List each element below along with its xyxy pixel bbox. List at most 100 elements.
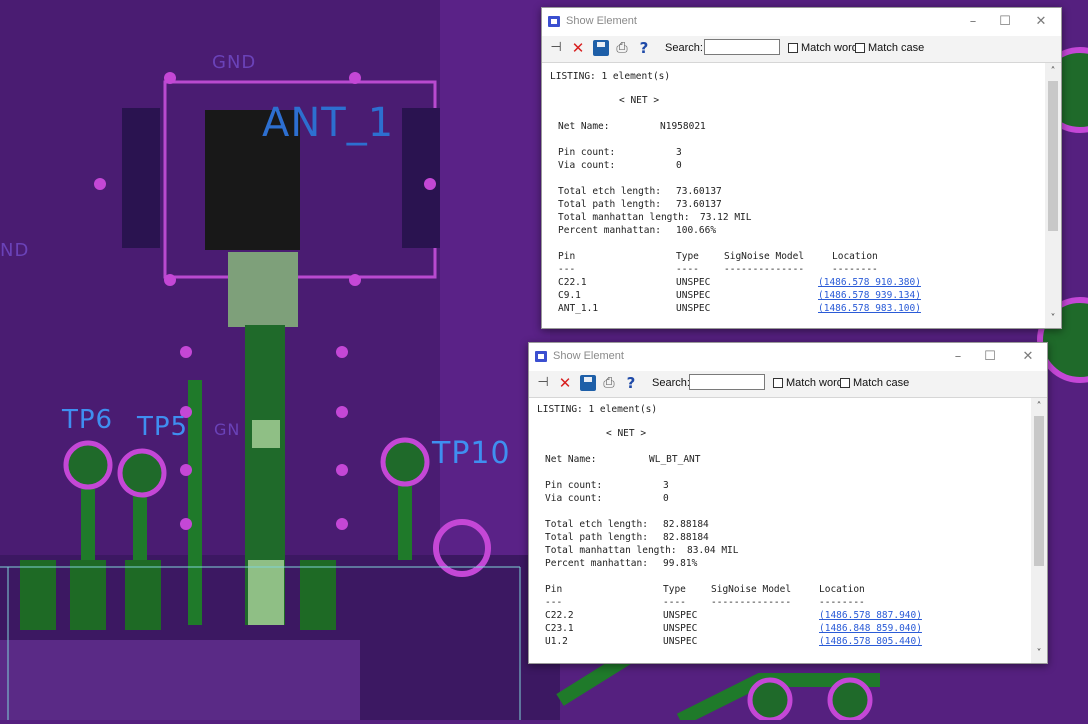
scroll-thumb[interactable] bbox=[1048, 81, 1058, 231]
match-word-checkbox[interactable] bbox=[788, 43, 798, 53]
window-titlebar[interactable]: Show Element – ☐ ✕ bbox=[529, 343, 1047, 371]
help-icon[interactable]: ? bbox=[636, 40, 652, 56]
col-pin: Pin bbox=[545, 584, 563, 595]
scroll-up-icon[interactable]: ˄ bbox=[1045, 65, 1061, 79]
path-label: Total path length: bbox=[545, 532, 648, 543]
window-title: Show Element bbox=[566, 15, 637, 27]
close-x-icon[interactable]: ✕ bbox=[557, 375, 573, 391]
via-count-value: 0 bbox=[663, 493, 669, 504]
row-pin: C23.1 bbox=[545, 623, 574, 634]
dash-model: -------------- bbox=[711, 597, 792, 608]
search-input[interactable] bbox=[704, 39, 780, 55]
minimize-button[interactable]: – bbox=[947, 347, 969, 367]
match-word-label[interactable]: Match word bbox=[801, 42, 858, 54]
scroll-down-icon[interactable]: ˅ bbox=[1031, 647, 1047, 661]
match-case-checkbox[interactable] bbox=[855, 43, 865, 53]
section-title: < NET > bbox=[606, 428, 647, 439]
match-word-checkbox[interactable] bbox=[773, 378, 783, 388]
close-x-icon[interactable]: ✕ bbox=[570, 40, 586, 56]
scroll-up-icon[interactable]: ˄ bbox=[1031, 400, 1047, 414]
save-icon[interactable] bbox=[580, 375, 596, 391]
vertical-scrollbar[interactable]: ˄ ˅ bbox=[1045, 63, 1061, 328]
col-location: Location bbox=[832, 251, 878, 262]
pin-icon[interactable]: ⊣ bbox=[535, 375, 551, 391]
vertical-scrollbar[interactable]: ˄ ˅ bbox=[1031, 398, 1047, 663]
row-location-link[interactable]: (1486.578 805.440) bbox=[819, 636, 922, 647]
pin-icon[interactable]: ⊣ bbox=[548, 40, 564, 56]
percent-label: Percent manhattan: bbox=[558, 225, 661, 236]
row-location-link[interactable]: (1486.578 983.100) bbox=[818, 303, 921, 314]
col-location: Location bbox=[819, 584, 865, 595]
row-pin: ANT_1.1 bbox=[558, 303, 599, 314]
pcb-label-ant: ANT_1 bbox=[262, 100, 395, 146]
dash-pin: --- bbox=[545, 597, 563, 608]
listing-content: LISTING: 1 element(s) < NET > Net Name: … bbox=[529, 398, 1031, 663]
dash-location: -------- bbox=[819, 597, 865, 608]
pcb-label-tp6: TP6 bbox=[62, 405, 114, 435]
maximize-button[interactable]: ☐ bbox=[979, 347, 1001, 367]
toolbar: ⊣ ✕ ⎙ ? Search: Match word Match case bbox=[529, 371, 1047, 398]
net-name-label: Net Name: bbox=[545, 454, 597, 465]
minimize-button[interactable]: – bbox=[962, 12, 984, 32]
path-value: 82.88184 bbox=[663, 532, 709, 543]
pin-count-label: Pin count: bbox=[545, 480, 603, 491]
help-icon[interactable]: ? bbox=[623, 375, 639, 391]
search-label: Search: bbox=[665, 42, 703, 54]
col-pin: Pin bbox=[558, 251, 576, 262]
net-name-value: WL_BT_ANT bbox=[649, 454, 701, 465]
print-icon[interactable]: ⎙ bbox=[601, 375, 617, 391]
row-type: UNSPEC bbox=[676, 290, 711, 301]
search-label: Search: bbox=[652, 377, 690, 389]
row-type: UNSPEC bbox=[663, 636, 698, 647]
row-type: UNSPEC bbox=[676, 303, 711, 314]
dash-pin: --- bbox=[558, 264, 576, 275]
via-count-value: 0 bbox=[676, 160, 682, 171]
listing-header: LISTING: 1 element(s) bbox=[537, 404, 658, 415]
col-model: SigNoise Model bbox=[724, 251, 805, 262]
scroll-thumb[interactable] bbox=[1034, 416, 1044, 566]
row-type: UNSPEC bbox=[676, 277, 711, 288]
dash-model: -------------- bbox=[724, 264, 805, 275]
net-name-label: Net Name: bbox=[558, 121, 610, 132]
show-element-window-1[interactable]: Show Element – ☐ ✕ ⊣ ✕ ⎙ ? Search: Match… bbox=[541, 7, 1062, 329]
dash-type: ---- bbox=[663, 597, 686, 608]
match-case-label[interactable]: Match case bbox=[868, 42, 924, 54]
close-button[interactable]: ✕ bbox=[1030, 12, 1052, 32]
manhattan-value: 83.04 MIL bbox=[687, 545, 739, 556]
window-title: Show Element bbox=[553, 350, 624, 362]
via-count-label: Via count: bbox=[558, 160, 616, 171]
row-location-link[interactable]: (1486.578 939.134) bbox=[818, 290, 921, 301]
row-location-link[interactable]: (1486.578 887.940) bbox=[819, 610, 922, 621]
manhattan-label: Total manhattan length: bbox=[558, 212, 690, 223]
row-pin: C22.2 bbox=[545, 610, 574, 621]
listing-header: LISTING: 1 element(s) bbox=[550, 71, 671, 82]
show-element-window-2[interactable]: Show Element – ☐ ✕ ⊣ ✕ ⎙ ? Search: Match… bbox=[528, 342, 1048, 664]
app-icon bbox=[535, 351, 547, 362]
search-input[interactable] bbox=[689, 374, 765, 390]
via-count-label: Via count: bbox=[545, 493, 603, 504]
row-pin: C22.1 bbox=[558, 277, 587, 288]
row-pin: C9.1 bbox=[558, 290, 581, 301]
scroll-down-icon[interactable]: ˅ bbox=[1045, 312, 1061, 326]
etch-label: Total etch length: bbox=[545, 519, 648, 530]
row-type: UNSPEC bbox=[663, 610, 698, 621]
pin-count-value: 3 bbox=[676, 147, 682, 158]
close-button[interactable]: ✕ bbox=[1017, 347, 1039, 367]
pcb-label-gnd-mid: GN bbox=[214, 420, 241, 439]
pin-count-value: 3 bbox=[663, 480, 669, 491]
path-value: 73.60137 bbox=[676, 199, 722, 210]
manhattan-value: 73.12 MIL bbox=[700, 212, 752, 223]
window-titlebar[interactable]: Show Element – ☐ ✕ bbox=[542, 8, 1061, 36]
maximize-button[interactable]: ☐ bbox=[994, 12, 1016, 32]
save-icon[interactable] bbox=[593, 40, 609, 56]
match-case-checkbox[interactable] bbox=[840, 378, 850, 388]
net-name-value: N1958021 bbox=[660, 121, 706, 132]
match-word-label[interactable]: Match word bbox=[786, 377, 843, 389]
row-location-link[interactable]: (1486.848 859.040) bbox=[819, 623, 922, 634]
col-model: SigNoise Model bbox=[711, 584, 792, 595]
etch-value: 82.88184 bbox=[663, 519, 709, 530]
row-location-link[interactable]: (1486.578 910.380) bbox=[818, 277, 921, 288]
match-case-label[interactable]: Match case bbox=[853, 377, 909, 389]
print-icon[interactable]: ⎙ bbox=[614, 40, 630, 56]
listing-content: LISTING: 1 element(s) < NET > Net Name: … bbox=[542, 63, 1045, 328]
